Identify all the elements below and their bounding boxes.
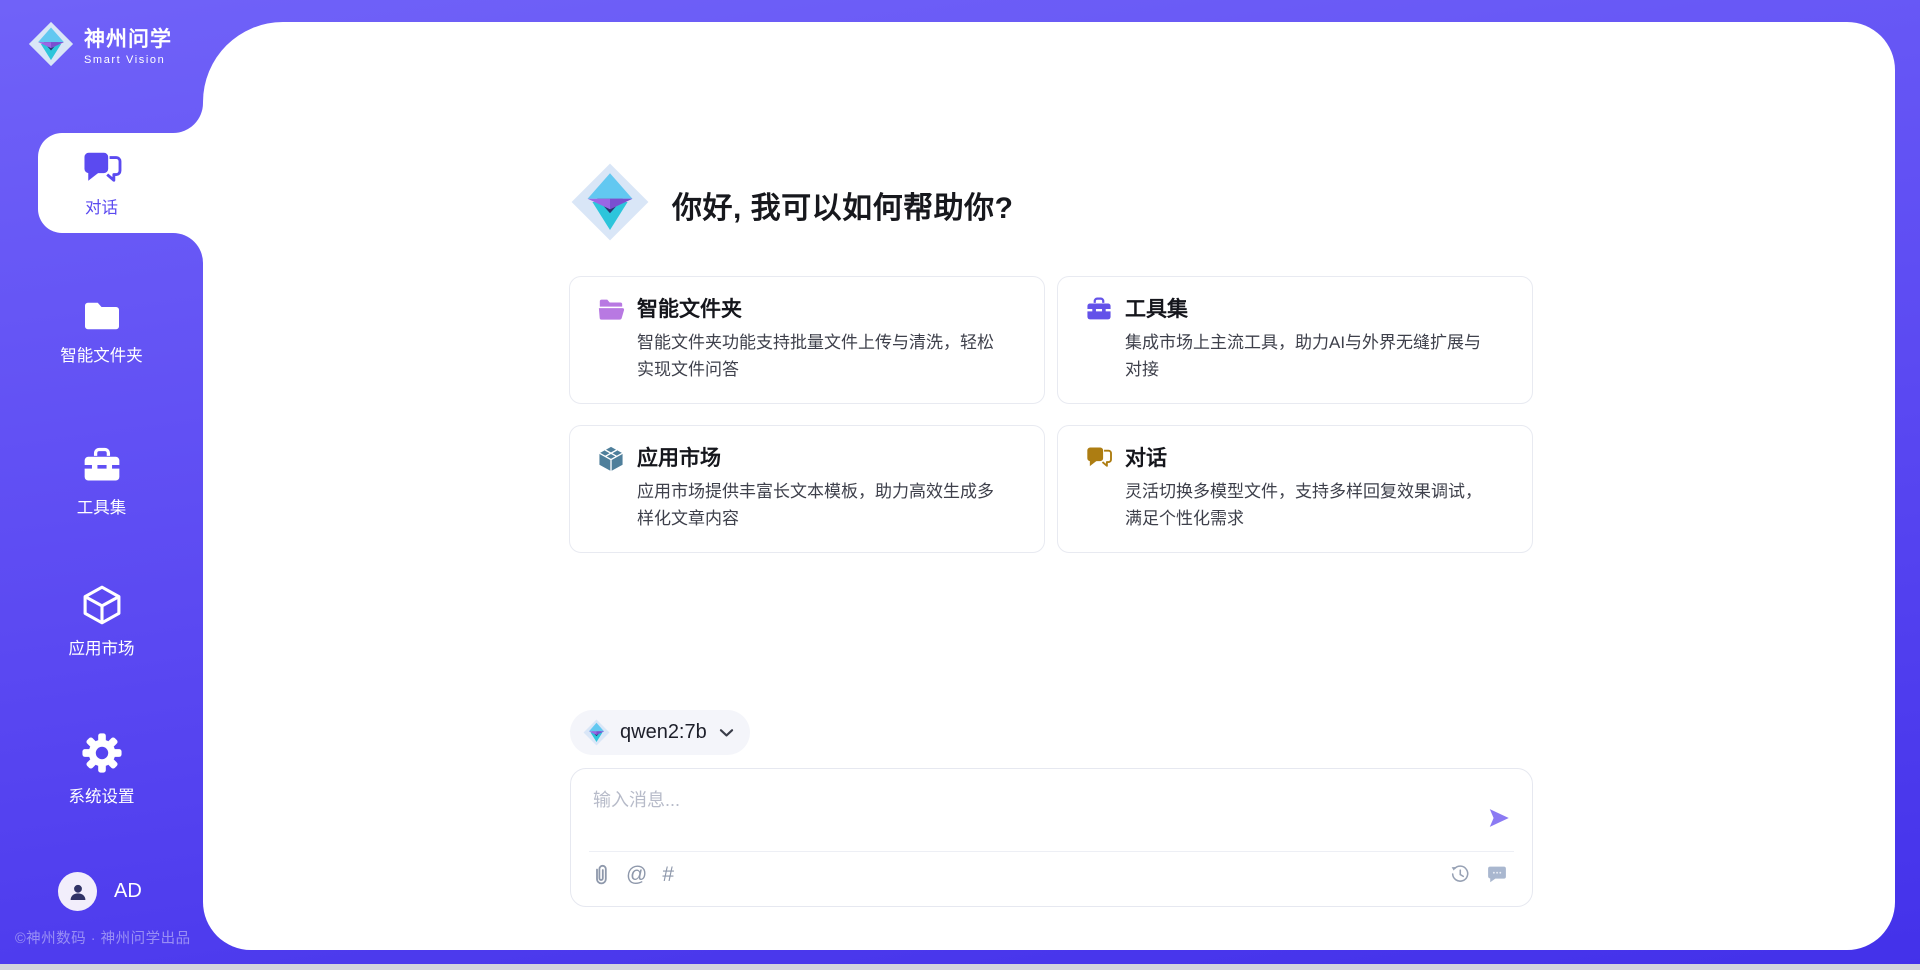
chevron-down-icon <box>719 728 734 738</box>
model-name: qwen2:7b <box>620 721 707 744</box>
mention-icon[interactable]: @ <box>626 863 647 887</box>
feature-cards: 智能文件夹 智能文件夹功能支持批量文件上传与清洗，轻松实现文件问答 工具集 集成… <box>569 276 1533 553</box>
chat-icon <box>1085 445 1113 473</box>
brand-name: 神州问学 <box>84 28 172 52</box>
model-selector[interactable]: qwen2:7b <box>570 710 750 755</box>
feedback-bubble-icon[interactable] <box>1486 863 1508 885</box>
toolbox-icon <box>1085 296 1113 324</box>
card-chat[interactable]: 对话 灵活切换多模型文件，支持多样回复效果调试，满足个性化需求 <box>1057 425 1533 553</box>
card-description: 集成市场上主流工具，助力AI与外界无缝扩展与对接 <box>1125 329 1491 383</box>
card-toolset[interactable]: 工具集 集成市场上主流工具，助力AI与外界无缝扩展与对接 <box>1057 276 1533 404</box>
folder-icon <box>597 296 625 324</box>
brand-diamond-logo-icon <box>28 21 74 72</box>
sidebar-item-toolset[interactable]: 工具集 <box>0 443 203 518</box>
sidebar-item-settings[interactable]: 系统设置 <box>0 731 203 807</box>
sidebar-item-app-market[interactable]: 应用市场 <box>0 583 203 659</box>
model-diamond-logo-icon <box>583 719 610 746</box>
sidebar: 神州问学 Smart Vision 对话 <box>0 0 203 970</box>
attachment-icon[interactable] <box>591 863 611 887</box>
composer-tools-right <box>1449 863 1508 885</box>
send-button[interactable] <box>1486 805 1512 831</box>
toolbox-icon <box>80 443 124 487</box>
avatar <box>58 872 97 911</box>
card-smart-folder[interactable]: 智能文件夹 智能文件夹功能支持批量文件上传与清洗，轻松实现文件问答 <box>569 276 1045 404</box>
sidebar-item-label: 智能文件夹 <box>0 342 203 366</box>
hero-diamond-logo-icon <box>570 161 650 248</box>
brand-logo-block: 神州问学 Smart Vision <box>28 21 172 72</box>
card-description: 智能文件夹功能支持批量文件上传与清洗，轻松实现文件问答 <box>637 329 1003 383</box>
composer-divider <box>589 851 1514 852</box>
sidebar-item-smart-folder[interactable]: 智能文件夹 <box>0 294 203 366</box>
active-tab-scoop-top <box>173 103 203 133</box>
sidebar-item-label: 工具集 <box>0 494 203 518</box>
message-input[interactable] <box>591 784 1455 846</box>
card-title: 应用市场 <box>637 442 721 472</box>
person-icon <box>66 880 90 904</box>
greeting-title: 你好, 我可以如何帮助你? <box>672 183 1014 227</box>
card-description: 应用市场提供丰富长文本模板，助力高效生成多样化文章内容 <box>637 478 1003 532</box>
copyright-footer: ©神州数码 · 神州问学出品 <box>15 927 191 948</box>
sidebar-item-chat[interactable]: 对话 <box>0 145 203 218</box>
greeting-block: 你好, 我可以如何帮助你? <box>570 161 1014 248</box>
app-window: 神州问学 Smart Vision 对话 <box>0 0 1920 970</box>
card-title: 智能文件夹 <box>637 293 742 323</box>
card-title: 工具集 <box>1125 293 1188 323</box>
sidebar-item-label: 对话 <box>0 194 203 218</box>
card-description: 灵活切换多模型文件，支持多样回复效果调试，满足个性化需求 <box>1125 478 1491 532</box>
hashtag-icon[interactable]: # <box>662 863 674 887</box>
card-title: 对话 <box>1125 442 1167 472</box>
sidebar-item-label: 系统设置 <box>0 783 203 807</box>
history-icon[interactable] <box>1449 863 1471 885</box>
composer-tools-left: @ # <box>591 863 674 887</box>
active-tab-scoop-bottom <box>173 233 203 263</box>
sidebar-item-label: 应用市场 <box>0 635 203 659</box>
message-composer: @ # <box>570 768 1533 907</box>
brand-subtitle: Smart Vision <box>84 54 172 66</box>
cube-icon <box>597 445 625 473</box>
window-bottom-edge <box>0 964 1920 970</box>
chat-icon <box>80 145 124 189</box>
gear-icon <box>80 731 124 775</box>
send-icon <box>1486 805 1512 831</box>
user-profile[interactable]: AD <box>58 872 142 911</box>
folder-icon <box>80 294 124 338</box>
cube-icon <box>80 583 124 627</box>
card-app-market[interactable]: 应用市场 应用市场提供丰富长文本模板，助力高效生成多样化文章内容 <box>569 425 1045 553</box>
user-name: AD <box>114 880 142 903</box>
main-content: 你好, 我可以如何帮助你? 智能文件夹 智能文件夹功能支持批量文件上传与清洗，轻… <box>203 22 1895 950</box>
